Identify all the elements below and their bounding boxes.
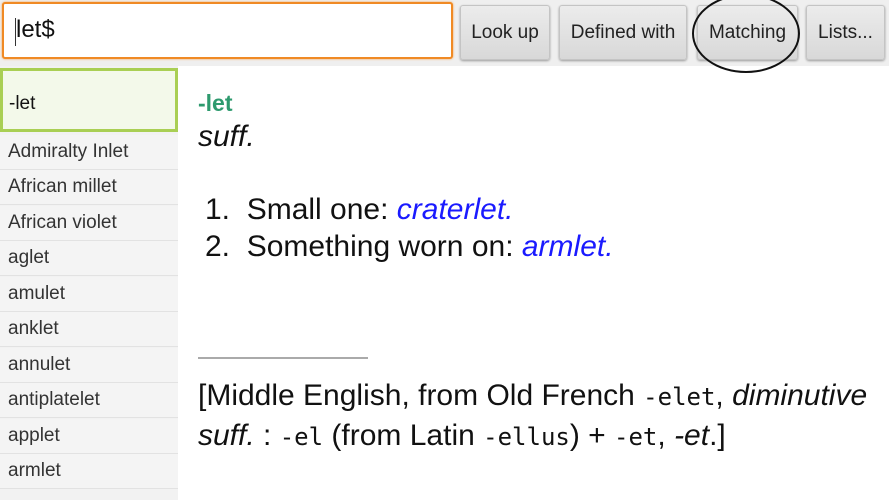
etymology-form: -el bbox=[279, 422, 324, 451]
search-input[interactable]: let$ bbox=[2, 2, 453, 59]
etymology-text: (from Latin bbox=[323, 418, 484, 452]
definition-item: 1. Small one: craterlet. bbox=[205, 193, 514, 227]
word-list-item[interactable]: applet bbox=[0, 419, 178, 454]
etymology: [Middle English, from Old French -elet, … bbox=[198, 377, 878, 456]
etymology-form: -ellus bbox=[483, 422, 570, 451]
etymology-form: -elet bbox=[643, 383, 716, 411]
etymology-text: ) + bbox=[569, 418, 615, 452]
etymology-text: .] bbox=[709, 418, 726, 452]
word-list-item[interactable]: aglet bbox=[0, 241, 178, 276]
search-input-value: let$ bbox=[16, 16, 55, 43]
word-list-item[interactable]: Admiralty Inlet bbox=[0, 135, 178, 170]
definition-item: 2. Something worn on: armlet. bbox=[205, 230, 614, 264]
divider bbox=[198, 357, 368, 359]
word-list-item[interactable]: anklet bbox=[0, 312, 178, 347]
word-list-item[interactable]: African millet bbox=[0, 170, 178, 205]
definition-number: 2. bbox=[205, 230, 231, 263]
word-list-item-selected[interactable]: -let bbox=[0, 68, 178, 132]
word-list-item[interactable]: antiplatelet bbox=[0, 383, 178, 418]
toolbar: let$ Look up Defined with Matching Lists… bbox=[0, 0, 889, 66]
etymology-form: -et bbox=[614, 422, 658, 451]
definition-text: Small one: bbox=[246, 193, 397, 226]
definition-number: 1. bbox=[205, 193, 231, 226]
word-list-item[interactable]: African violet bbox=[0, 206, 178, 241]
example-link[interactable]: craterlet. bbox=[397, 193, 514, 226]
etymology-text: [Middle English, from Old French bbox=[198, 379, 644, 412]
defined-with-button[interactable]: Defined with bbox=[559, 5, 687, 60]
word-list-item[interactable]: annulet bbox=[0, 348, 178, 383]
look-up-button[interactable]: Look up bbox=[460, 5, 550, 60]
word-list-item[interactable]: amulet bbox=[0, 277, 178, 312]
matching-button[interactable]: Matching bbox=[697, 5, 798, 60]
etymology-text: : bbox=[254, 418, 280, 452]
lists-button[interactable]: Lists... bbox=[806, 5, 885, 60]
example-link[interactable]: armlet. bbox=[522, 230, 614, 263]
word-list-item[interactable]: armlet bbox=[0, 454, 178, 489]
etymology-text: , bbox=[715, 379, 733, 412]
etymology-italic: -et bbox=[674, 418, 710, 452]
definition-text: Something worn on: bbox=[246, 230, 522, 263]
etymology-text: , bbox=[657, 418, 675, 452]
entry-headword: -let bbox=[198, 90, 233, 116]
word-list: -let Admiralty Inlet African millet Afri… bbox=[0, 66, 178, 500]
part-of-speech: suff. bbox=[198, 120, 255, 153]
